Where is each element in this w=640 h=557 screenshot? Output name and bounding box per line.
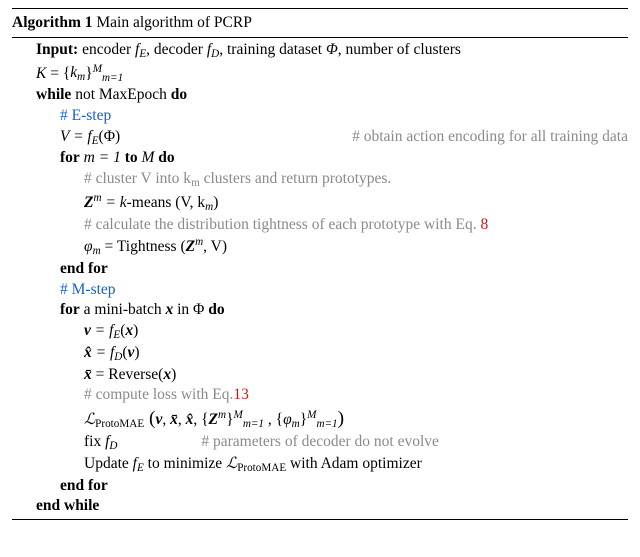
input-line-2: K = {km}Mm=1 [12,62,628,86]
end-for-1: end for [12,259,628,280]
e-step-comment: # E-step [12,106,628,127]
input-line-1: Input: encoder fE, decoder fD, training … [12,40,628,62]
xbar-line: x̄ = Reverse(x) [12,365,628,386]
for-m-line: for m = 1 to M do [12,148,628,169]
fix-comment: # parameters of decoder do not evolve [201,433,439,450]
loss-line: ℒProtoMAE (v, x̄, x̂, {Zm}Mm=1 , {φm}Mm=… [12,406,628,432]
cluster-comment: # cluster V into km clusters and return … [12,169,628,191]
algorithm-title-line: Algorithm 1 Main algorithm of PCRP [12,11,628,35]
algorithm-number: Algorithm 1 [12,14,93,31]
input-label: Input: [36,41,78,58]
algorithm-title-text: Main algorithm of PCRP [96,14,251,31]
algorithm-block: Algorithm 1 Main algorithm of PCRP Input… [0,0,640,530]
while-line: while not MaxEpoch do [12,85,628,106]
fix-fd-line: fix fD # parameters of decoder do not ev… [12,432,628,454]
top-rule [12,8,628,9]
bottom-rule [12,519,628,520]
v-line: v = fE(x) [12,321,628,343]
end-for-2: end for [12,476,628,497]
end-while: end while [12,496,628,517]
phi-line: φm = Tightness (Zm, V) [12,235,628,259]
xhat-line: x̂ = fD(v) [12,343,628,365]
update-line: Update fE to minimize ℒProtoMAE with Ada… [12,454,628,476]
for-minibatch-line: for a mini-batch x in Φ do [12,300,628,321]
tightness-comment: # calculate the distribution tightness o… [12,215,628,236]
encode-comment: # obtain action encoding for all trainin… [352,127,628,148]
kmeans-line: Zm = k-means (V, km) [12,191,628,215]
m-step-comment: # M-step [12,280,628,301]
encode-line: V = fE(Φ) # obtain action encoding for a… [12,127,628,149]
loss-comment: # compute loss with Eq.13 [12,385,628,406]
mid-rule [12,37,628,38]
